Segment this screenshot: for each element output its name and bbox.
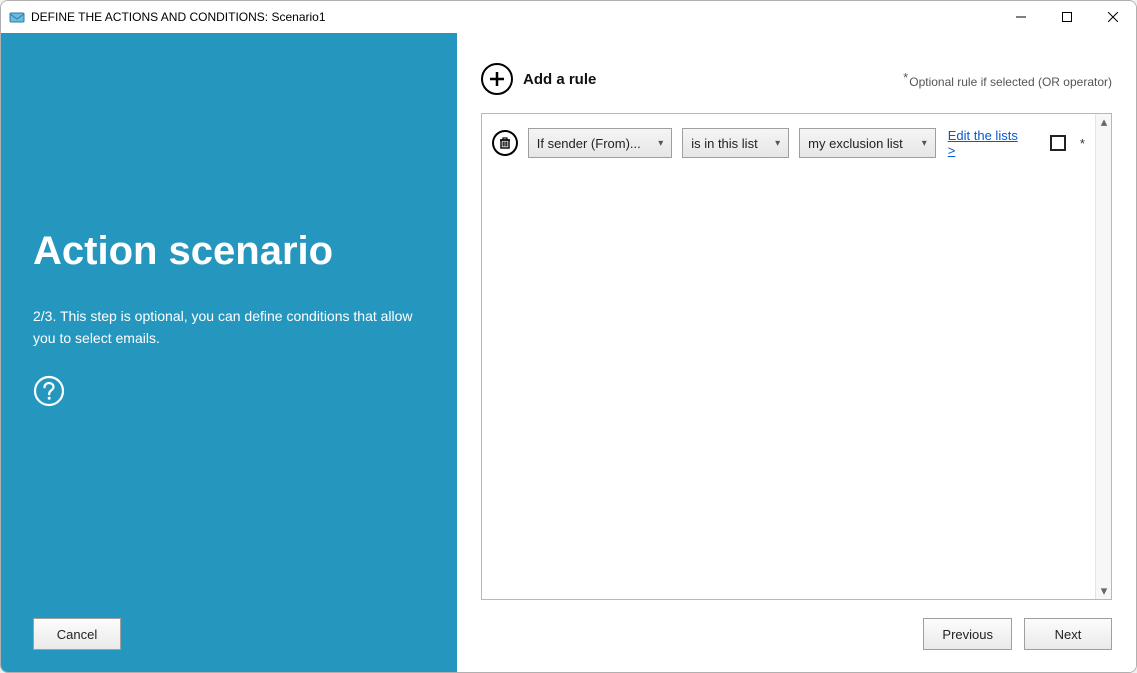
dialog-body: Action scenario 2/3. This step is option… [1,33,1136,672]
plus-icon [481,63,513,95]
sidebar-heading: Action scenario [33,228,425,274]
rule-value-text: my exclusion list [808,136,903,151]
cancel-button[interactable]: Cancel [33,618,121,650]
dialog-window: DEFINE THE ACTIONS AND CONDITIONS: Scena… [0,0,1137,673]
rule-operator-select[interactable]: is in this list ▾ [682,128,789,158]
rule-row: If sender (From)... ▾ is in this list ▾ … [482,114,1095,172]
titlebar-left: DEFINE THE ACTIONS AND CONDITIONS: Scena… [9,9,326,25]
chevron-down-icon: ▾ [775,138,780,149]
main-header: Add a rule *Optional rule if selected (O… [481,55,1112,103]
help-icon[interactable] [33,375,425,410]
scroll-up-icon[interactable]: ▴ [1096,114,1112,130]
scroll-down-icon[interactable]: ▾ [1096,583,1112,599]
chevron-down-icon: ▾ [658,138,663,149]
window-title: DEFINE THE ACTIONS AND CONDITIONS: Scena… [31,10,326,24]
optional-marker: * [1080,136,1085,151]
optional-note-text: Optional rule if selected (OR operator) [909,75,1112,89]
rule-field-select[interactable]: If sender (From)... ▾ [528,128,672,158]
window-controls [998,1,1136,33]
rule-operator-value: is in this list [691,136,757,151]
rules-list: If sender (From)... ▾ is in this list ▾ … [481,113,1112,600]
rule-value-select[interactable]: my exclusion list ▾ [799,128,936,158]
minimize-button[interactable] [998,1,1044,33]
close-button[interactable] [1090,1,1136,33]
app-icon [9,9,25,25]
asterisk-icon: * [903,70,908,85]
titlebar: DEFINE THE ACTIONS AND CONDITIONS: Scena… [1,1,1136,33]
add-rule-label: Add a rule [523,71,596,88]
previous-button[interactable]: Previous [923,618,1012,650]
rules-inner: If sender (From)... ▾ is in this list ▾ … [482,114,1095,599]
edit-lists-link[interactable]: Edit the lists > [948,128,1028,158]
delete-rule-button[interactable] [492,130,518,156]
add-rule-button[interactable]: Add a rule [481,63,596,95]
optional-note: *Optional rule if selected (OR operator) [903,70,1112,89]
maximize-button[interactable] [1044,1,1090,33]
sidebar: Action scenario 2/3. This step is option… [1,33,457,672]
chevron-down-icon: ▾ [922,138,927,149]
main-panel: Add a rule *Optional rule if selected (O… [457,33,1136,672]
scrollbar[interactable]: ▴ ▾ [1095,114,1111,599]
rule-field-value: If sender (From)... [537,136,641,151]
next-button[interactable]: Next [1024,618,1112,650]
sidebar-footer: Cancel [33,618,121,650]
optional-checkbox[interactable] [1050,135,1066,151]
sidebar-description: 2/3. This step is optional, you can defi… [33,306,413,349]
footer: Previous Next [481,600,1112,650]
